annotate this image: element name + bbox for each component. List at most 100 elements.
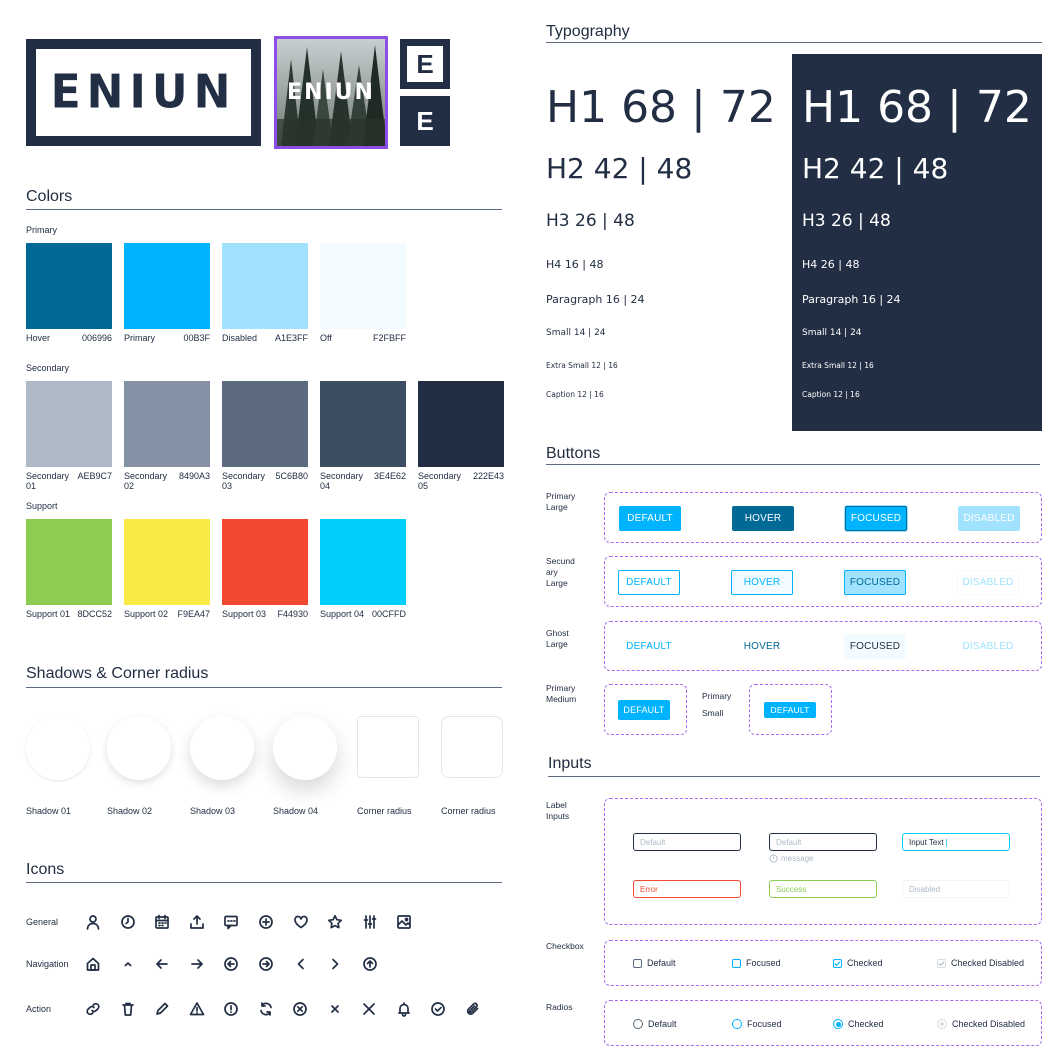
bell-icon [394,999,414,1019]
swatch-label: Hover 006996 [26,333,112,343]
trash-icon [118,999,138,1019]
type-small-light: Small 14 | 24 [546,328,606,338]
primary-disabled-button[interactable]: DISABLED [958,506,1020,531]
swatch-name: Hover [26,333,51,343]
checkbox-default-label: Default [647,958,676,968]
type-extra-small-light: Extra Small 12 | 16 [546,361,618,370]
primary-medium-default-button[interactable]: DEFAULT [618,700,670,720]
ghost-focused-button[interactable]: FOCUSED [844,634,906,659]
swatch-secondary-02 [124,381,210,467]
checkbox-focused[interactable]: Focused [732,958,781,968]
primary-hover-button[interactable]: HOVER [732,506,794,531]
close-large-icon [359,999,379,1019]
checkmark-icon [834,960,841,966]
checkbox-box [732,958,741,968]
shadows-divider [26,687,502,688]
secondary-disabled-button[interactable]: DISABLED [957,570,1019,595]
swatch-name: Support 03 [222,609,267,619]
radio-dot [835,1021,841,1027]
star-icon [325,912,345,932]
success-input[interactable]: Success [769,880,877,898]
arrow-left-circle-icon [221,954,241,974]
type-paragraph-dark: Paragraph 16 | 24 [802,293,901,306]
swatch-label: Disabled A1E3FF [222,333,308,343]
swatch-label: Secondary 02 8490A3 [124,471,210,491]
label-inputs-label: Label Inputs [546,800,570,821]
secondary-large-label: Secund ary Large [546,556,575,588]
input-text-focused[interactable]: Input Text | [902,833,1010,851]
swatch-hex: F9EA47 [177,609,210,619]
shadow-03-sample [190,716,254,780]
calendar-icon [152,912,172,932]
radio-focused-label: Focused [747,1019,782,1029]
ghost-hover-button[interactable]: HOVER [731,634,793,659]
secondary-default-button[interactable]: DEFAULT [618,570,680,595]
support-group-label: Support [26,501,58,511]
checkbox-checked-disabled-label: Checked Disabled [951,958,1025,968]
corner-radius-label-2: Corner radius [441,806,496,816]
primary-medium-label: Primary Medium [546,683,577,704]
inputs-frame [604,798,1042,925]
refresh-icon [256,999,276,1019]
swatch-hex: 00CFFD [371,609,406,619]
heart-icon [291,912,311,932]
swatch-hex: AEB9C7 [77,471,112,481]
ghost-large-label: Ghost Large [546,628,569,649]
add-circle-icon [256,912,276,932]
typography-title: Typography [546,23,630,40]
primary-focused-button[interactable]: FOCUSED [845,506,907,531]
inputs-title: Inputs [548,755,592,772]
swatch-hex: 00B3F [183,333,210,343]
swatch-label: Support 02 F9EA47 [124,609,210,619]
checkbox-checked-disabled[interactable]: Checked Disabled [937,958,1024,968]
swatch-name: Support 01 [26,609,71,619]
swatch-primary [124,243,210,329]
radio-checked-label: Checked [848,1019,884,1029]
type-h4-dark: H4 26 | 48 [802,258,860,271]
primary-default-button[interactable]: DEFAULT [619,506,681,531]
upload-icon [187,912,207,932]
swatch-support-04 [320,519,406,605]
icons-navigation-label: Navigation [26,959,69,969]
swatch-hover [26,243,112,329]
arrow-left-icon [152,954,172,974]
secondary-focused-button[interactable]: FOCUSED [844,570,906,595]
chevron-right-icon [325,954,345,974]
shadow-02-sample [107,716,171,780]
swatch-hex: 3E4E62 [373,471,406,481]
checkbox-label: Checkbox [546,941,584,951]
arrow-up-circle-icon [360,954,380,974]
default-input-2[interactable]: Default [769,833,877,851]
radio-focused[interactable]: Focused [732,1019,782,1029]
checkbox-checked[interactable]: Checked [833,958,883,968]
swatch-hex: F2FBFF [373,333,406,343]
radio-checked[interactable]: Checked [833,1019,884,1029]
swatch-label: Secondary 03 5C6B80 [222,471,308,491]
swatch-hex: 8490A3 [178,471,210,481]
check-circle-icon [428,999,448,1019]
radio-checked-disabled[interactable]: Checked Disabled [937,1019,1025,1029]
shadow-04-label: Shadow 04 [273,806,319,816]
checkbox-checked-label: Checked [847,958,883,968]
checkmark-icon [938,960,945,966]
ghost-disabled-button[interactable]: DISABLED [957,634,1019,659]
swatch-label: Support 04 00CFFD [320,609,406,619]
secondary-hover-button[interactable]: HOVER [731,570,793,595]
radio-default[interactable]: Default [633,1019,677,1029]
error-input[interactable]: Error [633,880,741,898]
default-input-1[interactable]: Default [633,833,741,851]
radios-label: Radios [546,1002,573,1012]
ghost-default-button[interactable]: DEFAULT [618,634,680,659]
swatch-name: Disabled [222,333,258,343]
logo-primary: ENIUN [26,39,261,146]
radio-checked-disabled-label: Checked Disabled [952,1019,1026,1029]
primary-small-default-button[interactable]: DEFAULT [764,702,816,718]
checkbox-default[interactable]: Default [633,958,676,968]
radio-circle [633,1019,643,1029]
swatch-name: Off [320,333,332,343]
disabled-input[interactable]: Disabled [902,880,1010,898]
icons-title: Icons [26,861,65,878]
text-caret: | [945,837,948,847]
type-h2-light: H2 42 | 48 [546,152,693,185]
type-caption-light: Caption 12 | 16 [546,390,604,399]
